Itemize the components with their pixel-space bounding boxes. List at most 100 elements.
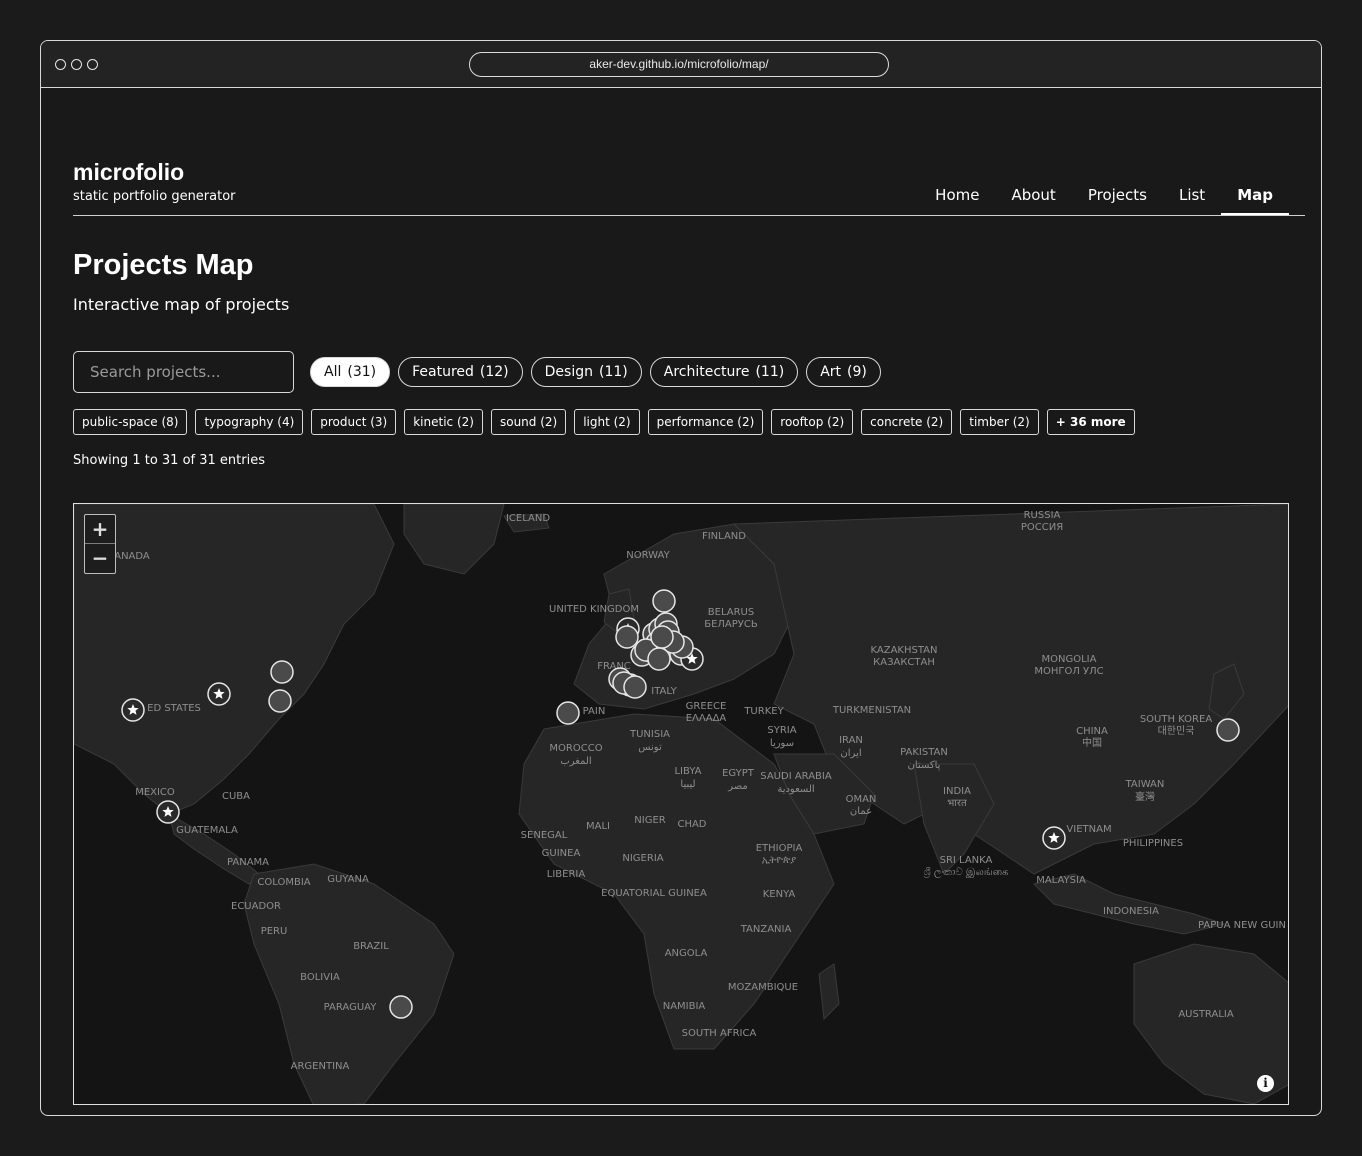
nav-projects[interactable]: Projects: [1072, 185, 1163, 215]
category-all[interactable]: All (31): [310, 357, 391, 387]
map-label: OMAN: [846, 794, 877, 805]
tag-rooftop[interactable]: rooftop (2): [771, 409, 854, 435]
nav-about[interactable]: About: [995, 185, 1071, 215]
category-count: (9): [847, 364, 867, 380]
map-label: BELARUS: [708, 607, 754, 618]
attribution-info-icon[interactable]: i: [1257, 1075, 1274, 1092]
map-label: مصر: [727, 781, 748, 792]
page-content: microfolio static portfolio generator Ho…: [41, 89, 1321, 1115]
map-label: ITALY: [651, 686, 677, 697]
map-label: السعودية: [777, 784, 814, 795]
map-label: 臺灣: [1135, 790, 1155, 803]
zoom-out-button[interactable]: −: [85, 544, 115, 573]
map-label: PANAMA: [227, 857, 269, 868]
project-marker[interactable]: [647, 647, 671, 671]
site-title[interactable]: microfolio: [73, 159, 184, 186]
project-marker[interactable]: [268, 689, 292, 713]
map-label: SYRIA: [767, 725, 796, 736]
tag-concrete[interactable]: concrete (2): [861, 409, 953, 435]
map-label: INDONESIA: [1103, 906, 1159, 917]
map-label: PHILIPPINES: [1123, 838, 1183, 849]
project-marker[interactable]: [623, 675, 647, 699]
map-label: ΕΛΛΑΔΑ: [686, 713, 727, 724]
project-marker[interactable]: [389, 995, 413, 1019]
map-label: NORWAY: [626, 550, 670, 561]
category-label: Featured: [412, 364, 474, 380]
map-label: CHAD: [677, 819, 706, 830]
map-label: IRAN: [839, 735, 863, 746]
map-label: GUINEA: [542, 848, 581, 859]
map-label: МОНГОЛ УЛС: [1034, 666, 1103, 677]
map-label: 대한민국: [1158, 725, 1195, 737]
map-label: TUNISIA: [629, 729, 670, 740]
tag-performance[interactable]: performance (2): [647, 409, 764, 435]
project-marker[interactable]: [270, 660, 294, 684]
search-input[interactable]: [73, 351, 294, 393]
map-label: UNITED KINGDOM: [549, 604, 639, 615]
map-label: PAKISTAN: [900, 747, 948, 758]
tags-more-button[interactable]: + 36 more: [1046, 409, 1135, 435]
window-minimize-dot[interactable]: [71, 59, 82, 70]
window-maximize-dot[interactable]: [87, 59, 98, 70]
map-label: PARAGUAY: [324, 1002, 378, 1013]
project-marker[interactable]: [556, 701, 580, 725]
map-label: MALAYSIA: [1036, 875, 1086, 886]
nav-home[interactable]: Home: [919, 185, 995, 215]
map-label: 中国: [1082, 736, 1102, 749]
header-divider: [73, 215, 1305, 216]
site-tagline: static portfolio generator: [73, 189, 236, 204]
tag-light[interactable]: light (2): [574, 409, 640, 435]
project-marker[interactable]: [1216, 718, 1240, 742]
entries-count: Showing 1 to 31 of 31 entries: [73, 453, 265, 468]
tag-product[interactable]: product (3): [311, 409, 397, 435]
tag-public-space[interactable]: public-space (8): [73, 409, 188, 435]
map-label: ED STATES: [147, 703, 201, 714]
map-label: FINLAND: [702, 531, 746, 542]
map-label: EGYPT: [722, 768, 755, 779]
map-label: عمان: [850, 806, 872, 817]
project-marker[interactable]: [650, 625, 674, 649]
projects-map[interactable]: ICELAND FINLAND NORWAY RUSSIA РОССИЯ UNITED K…: [73, 503, 1289, 1105]
map-label: РОССИЯ: [1021, 522, 1063, 533]
map-label: GREECE: [686, 701, 727, 712]
map-label: ETHIOPIA: [756, 843, 803, 854]
map-label: БЕЛАРУСЬ: [704, 619, 758, 630]
map-landmasses: [74, 504, 1288, 1104]
map-label: PAPUA NEW GUIN: [1198, 920, 1286, 931]
category-featured[interactable]: Featured (12): [398, 357, 523, 387]
map-label: MOZAMBIQUE: [728, 982, 798, 993]
map-label: تونس: [638, 742, 662, 753]
category-label: All: [324, 364, 342, 380]
nav-map[interactable]: Map: [1221, 185, 1289, 215]
tag-kinetic[interactable]: kinetic (2): [404, 409, 483, 435]
main-nav: Home About Projects List Map: [919, 185, 1289, 215]
map-label: ANADA: [114, 551, 150, 562]
map-label: NAMIBIA: [663, 1001, 706, 1012]
map-label: GUATEMALA: [176, 825, 238, 836]
category-count: (12): [479, 364, 509, 380]
tag-timber[interactable]: timber (2): [960, 409, 1039, 435]
map-label: سوريا: [770, 738, 794, 749]
map-label: AUSTRALIA: [1178, 1009, 1234, 1020]
nav-list[interactable]: List: [1163, 185, 1221, 215]
page-subtitle: Interactive map of projects: [73, 295, 290, 314]
map-canvas[interactable]: ICELAND FINLAND NORWAY RUSSIAРОССИЯ UNITED K…: [74, 504, 1289, 1105]
map-label: SENEGAL: [521, 830, 568, 841]
map-label: MOROCCO: [549, 743, 602, 754]
zoom-in-button[interactable]: +: [85, 515, 115, 544]
landmass-greenland: [403, 504, 505, 575]
map-label: ARGENTINA: [291, 1061, 350, 1072]
map-label: ایران: [840, 748, 861, 759]
category-design[interactable]: Design (11): [530, 357, 642, 387]
map-label: ශ්‍රී ලංකාව இலங்கை: [924, 867, 1009, 878]
tag-typography[interactable]: typography (4): [195, 409, 304, 435]
tag-sound[interactable]: sound (2): [490, 409, 567, 435]
address-bar[interactable]: aker-dev.github.io/microfolio/map/: [469, 52, 889, 77]
project-marker[interactable]: [652, 589, 676, 613]
category-architecture[interactable]: Architecture (11): [649, 357, 799, 387]
map-label: NIGERIA: [622, 853, 663, 864]
project-marker[interactable]: [615, 625, 639, 649]
window-close-dot[interactable]: [55, 59, 66, 70]
map-label: SOUTH KOREA: [1140, 714, 1212, 725]
category-art[interactable]: Art (9): [806, 357, 881, 387]
